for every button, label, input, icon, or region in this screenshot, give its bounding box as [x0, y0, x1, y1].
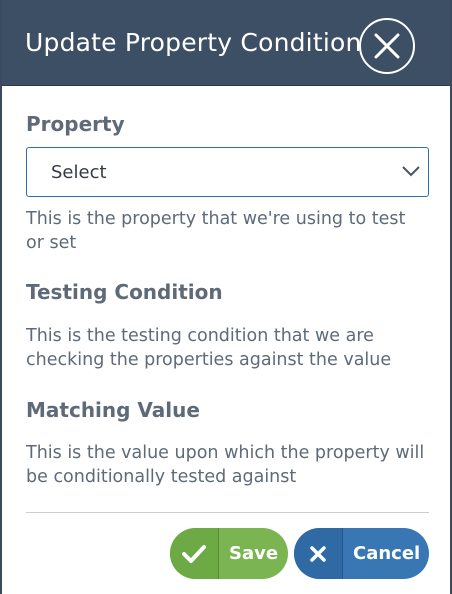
cancel-button-label: Cancel — [353, 543, 421, 564]
matching-value-label: Matching Value — [26, 398, 200, 422]
footer-divider — [26, 512, 429, 513]
x-icon — [310, 545, 326, 562]
property-label: Property — [26, 112, 125, 136]
save-button[interactable]: Save — [170, 528, 288, 579]
dialog-header: Update Property Condition — [2, 0, 450, 86]
update-property-condition-dialog: Update Property Condition Property Selec… — [0, 0, 452, 594]
testing-condition-help-text: This is the testing condition that we ar… — [26, 326, 392, 370]
save-button-label: Save — [229, 543, 279, 564]
chevron-down-icon — [402, 166, 420, 177]
dialog-title: Update Property Condition — [25, 28, 362, 57]
testing-condition-label: Testing Condition — [26, 280, 223, 304]
matching-value-help-text: This is the value upon which the propert… — [26, 443, 425, 487]
checkmark-icon — [182, 544, 206, 563]
close-icon — [374, 33, 400, 59]
cancel-button[interactable]: Cancel — [294, 528, 429, 579]
save-icon-wrap — [170, 528, 219, 579]
close-button[interactable] — [359, 18, 415, 74]
property-select[interactable]: Select — [26, 147, 429, 197]
cancel-icon-wrap — [294, 528, 343, 579]
property-select-value: Select — [51, 162, 107, 183]
property-help-text: This is the property that we're using to… — [26, 209, 406, 253]
